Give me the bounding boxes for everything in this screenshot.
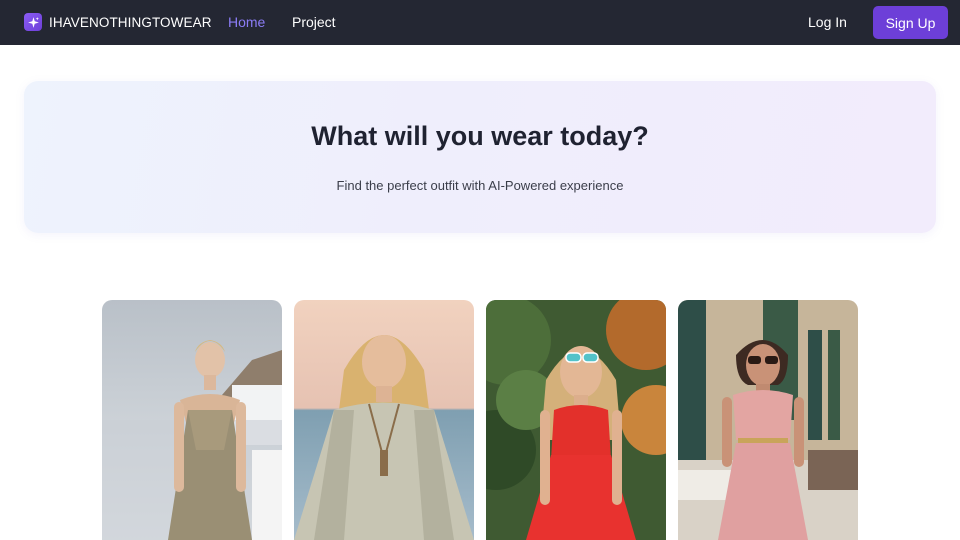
- brand-name: IHAVENOTHINGTOWEAR: [49, 14, 212, 30]
- nav-link-home[interactable]: Home: [228, 14, 265, 30]
- outfit-photo-2: [294, 300, 474, 540]
- hero-subtitle: Find the perfect outfit with AI-Powered …: [336, 178, 624, 193]
- hero-banner: What will you wear today? Find the perfe…: [24, 81, 936, 233]
- brand-home-link[interactable]: IHAVENOTHINGTOWEAR: [24, 13, 212, 31]
- hero-title: What will you wear today?: [311, 121, 649, 151]
- outfit-photo-1: [102, 300, 282, 540]
- sparkle-logo-icon: [24, 13, 42, 31]
- top-navbar: IHAVENOTHINGTOWEAR Home Project Log In S…: [0, 0, 960, 45]
- outfit-card-1[interactable]: [102, 300, 282, 540]
- outfit-photo-4: [678, 300, 858, 540]
- outfit-photo-3: [486, 300, 666, 540]
- outfit-card-2[interactable]: [294, 300, 474, 540]
- outfit-card-4[interactable]: [678, 300, 858, 540]
- signup-button[interactable]: Sign Up: [873, 6, 948, 39]
- nav-link-project[interactable]: Project: [292, 14, 336, 30]
- login-link[interactable]: Log In: [808, 14, 847, 30]
- outfit-card-3[interactable]: [486, 300, 666, 540]
